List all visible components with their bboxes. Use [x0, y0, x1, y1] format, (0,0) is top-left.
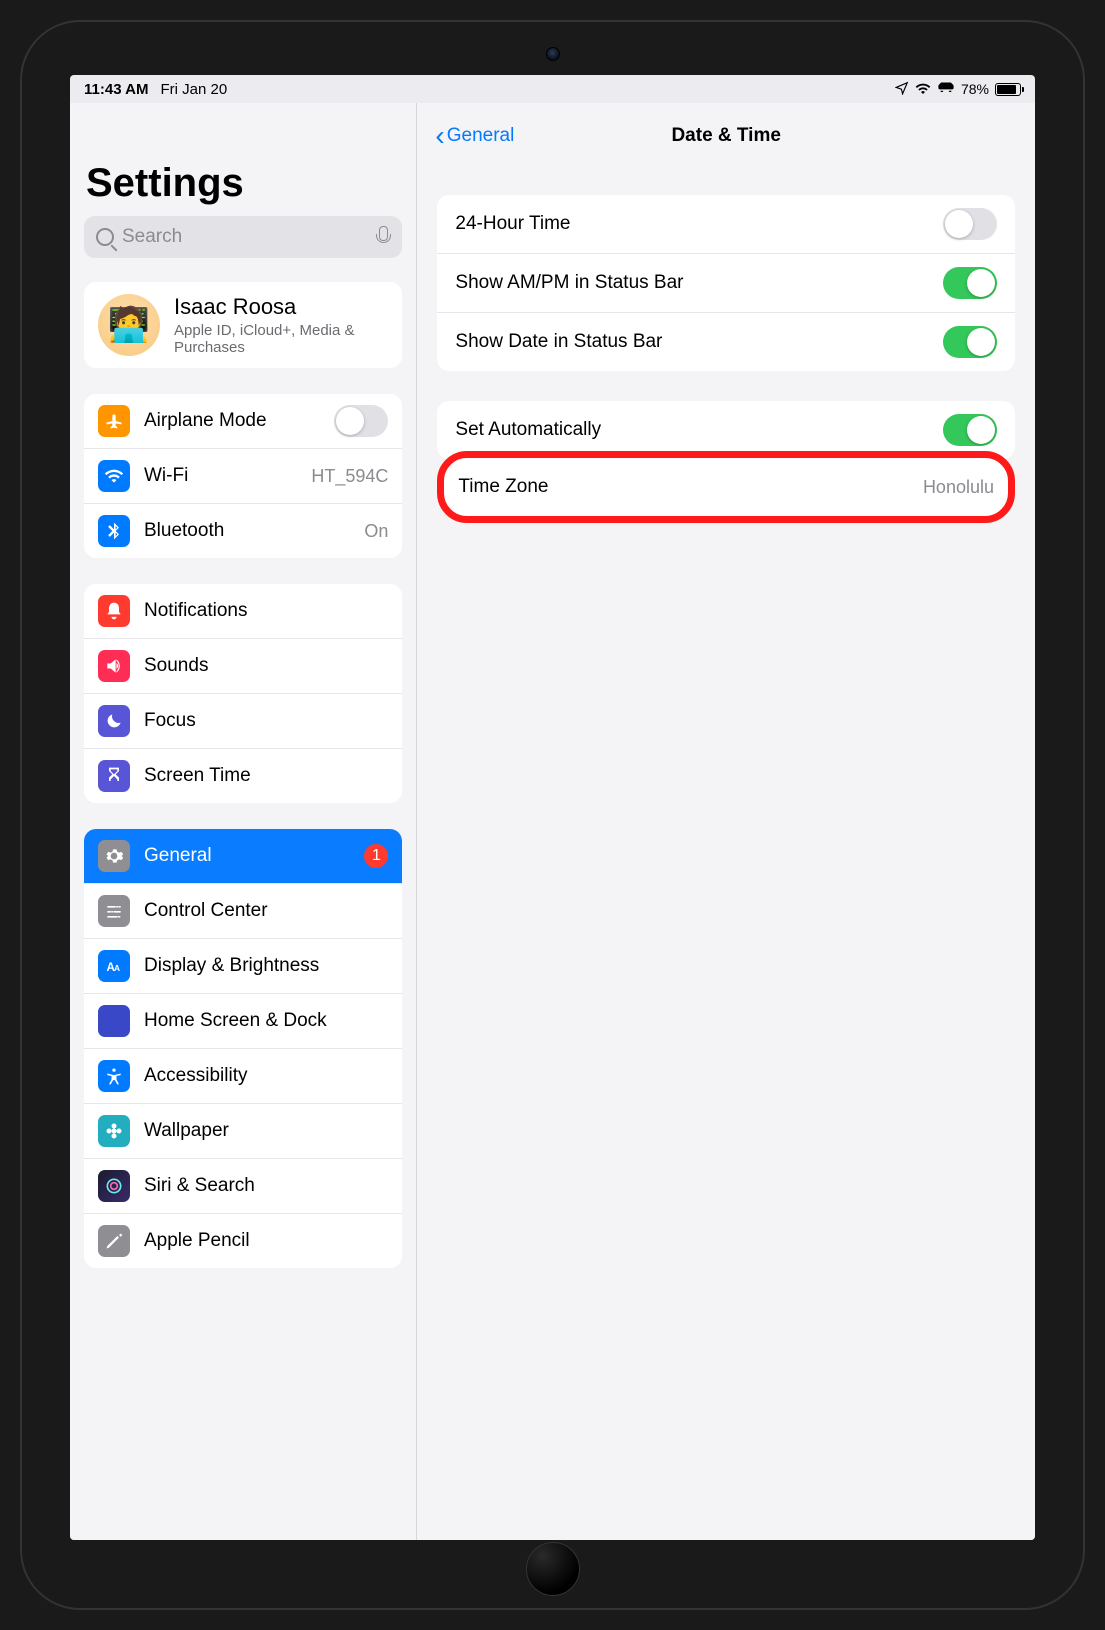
back-button[interactable]: ‹ General — [435, 122, 514, 150]
screen-time-row[interactable]: Screen Time — [84, 748, 402, 803]
moon-icon — [98, 705, 130, 737]
sounds-row[interactable]: Sounds — [84, 638, 402, 693]
twenty-four-hour-toggle[interactable] — [943, 208, 997, 240]
time-format-group: 24-Hour Time Show AM/PM in Status Bar Sh… — [437, 195, 1015, 371]
timezone-highlight: Time Zone Honolulu — [437, 451, 1015, 523]
search-placeholder: Search — [122, 226, 368, 248]
airplane-mode-row[interactable]: Airplane Mode — [84, 394, 402, 448]
set-auto-toggle[interactable] — [943, 414, 997, 446]
wallpaper-label: Wallpaper — [144, 1120, 388, 1142]
avatar: 🧑‍💻 — [98, 294, 160, 356]
status-bar: 11:43 AM Fri Jan 20 78% — [70, 75, 1035, 103]
settings-sidebar: Settings Search 🧑‍💻 Isaac Roosa Apple ID… — [70, 103, 417, 1540]
general-label: General — [144, 845, 350, 867]
wifi-row-icon — [98, 460, 130, 492]
text-size-icon: AA — [98, 950, 130, 982]
speaker-icon — [98, 650, 130, 682]
profile-subtitle: Apple ID, iCloud+, Media & Purchases — [174, 322, 384, 356]
focus-label: Focus — [144, 710, 388, 732]
home-button[interactable] — [526, 1542, 580, 1596]
bluetooth-icon — [98, 515, 130, 547]
timezone-value: Honolulu — [923, 477, 994, 498]
bluetooth-row[interactable]: Bluetooth On — [84, 503, 402, 558]
status-date: Fri Jan 20 — [160, 81, 227, 98]
show-ampm-toggle[interactable] — [943, 267, 997, 299]
screen: 11:43 AM Fri Jan 20 78% Settings — [70, 75, 1035, 1540]
timezone-label: Time Zone — [458, 476, 548, 498]
apple-id-row[interactable]: 🧑‍💻 Isaac Roosa Apple ID, iCloud+, Media… — [84, 282, 402, 368]
search-field[interactable]: Search — [84, 216, 402, 258]
sliders-icon — [98, 895, 130, 927]
show-ampm-label: Show AM/PM in Status Bar — [455, 272, 683, 294]
show-ampm-row[interactable]: Show AM/PM in Status Bar — [437, 253, 1015, 312]
detail-pane: ‹ General Date & Time 24-Hour Time Show … — [417, 103, 1035, 1540]
siri-label: Siri & Search — [144, 1175, 388, 1197]
airplane-icon — [98, 405, 130, 437]
show-date-label: Show Date in Status Bar — [455, 331, 662, 353]
bell-icon — [98, 595, 130, 627]
airplane-toggle[interactable] — [334, 405, 388, 437]
home-screen-label: Home Screen & Dock — [144, 1010, 388, 1032]
ipad-device-frame: 11:43 AM Fri Jan 20 78% Settings — [20, 20, 1085, 1610]
bluetooth-label: Bluetooth — [144, 520, 350, 542]
accessibility-icon — [98, 1060, 130, 1092]
chevron-left-icon: ‹ — [435, 122, 444, 150]
sounds-label: Sounds — [144, 655, 388, 677]
wallpaper-row[interactable]: Wallpaper — [84, 1103, 402, 1158]
pencil-icon — [98, 1225, 130, 1257]
bluetooth-value: On — [364, 521, 388, 542]
location-icon — [895, 81, 909, 98]
general-badge: 1 — [364, 844, 388, 868]
general-row[interactable]: General 1 — [84, 829, 402, 883]
screentime-label: Screen Time — [144, 765, 388, 787]
apple-pencil-row[interactable]: Apple Pencil — [84, 1213, 402, 1268]
siri-row[interactable]: Siri & Search — [84, 1158, 402, 1213]
hourglass-icon — [98, 760, 130, 792]
apple-pencil-label: Apple Pencil — [144, 1230, 388, 1252]
wifi-value: HT_594C — [311, 466, 388, 487]
display-row[interactable]: AA Display & Brightness — [84, 938, 402, 993]
wifi-row[interactable]: Wi-Fi HT_594C — [84, 448, 402, 503]
battery-icon — [995, 83, 1021, 96]
show-date-toggle[interactable] — [943, 326, 997, 358]
carplay-icon — [937, 81, 955, 97]
wifi-icon — [915, 81, 931, 97]
set-auto-label: Set Automatically — [455, 419, 601, 441]
svg-text:A: A — [114, 963, 120, 973]
twenty-four-hour-label: 24-Hour Time — [455, 213, 570, 235]
notifications-row[interactable]: Notifications — [84, 584, 402, 638]
front-camera — [546, 47, 560, 61]
display-label: Display & Brightness — [144, 955, 388, 977]
siri-icon — [98, 1170, 130, 1202]
twenty-four-hour-row[interactable]: 24-Hour Time — [437, 195, 1015, 253]
detail-nav: ‹ General Date & Time — [417, 103, 1035, 159]
accessibility-label: Accessibility — [144, 1065, 388, 1087]
dictation-icon[interactable] — [376, 226, 390, 248]
control-center-row[interactable]: Control Center — [84, 883, 402, 938]
app-grid-icon — [98, 1005, 130, 1037]
search-icon — [96, 228, 114, 246]
timezone-row[interactable]: Time Zone Honolulu — [444, 458, 1008, 516]
back-label: General — [447, 125, 515, 147]
battery-percent: 78% — [961, 81, 989, 97]
settings-title: Settings — [84, 103, 402, 216]
control-center-label: Control Center — [144, 900, 388, 922]
airplane-label: Airplane Mode — [144, 410, 320, 432]
notifications-label: Notifications — [144, 600, 388, 622]
focus-row[interactable]: Focus — [84, 693, 402, 748]
status-time: 11:43 AM — [84, 81, 148, 98]
accessibility-row[interactable]: Accessibility — [84, 1048, 402, 1103]
wifi-label: Wi-Fi — [144, 465, 297, 487]
flower-icon — [98, 1115, 130, 1147]
home-screen-row[interactable]: Home Screen & Dock — [84, 993, 402, 1048]
profile-name: Isaac Roosa — [174, 294, 384, 320]
show-date-row[interactable]: Show Date in Status Bar — [437, 312, 1015, 371]
gear-icon — [98, 840, 130, 872]
